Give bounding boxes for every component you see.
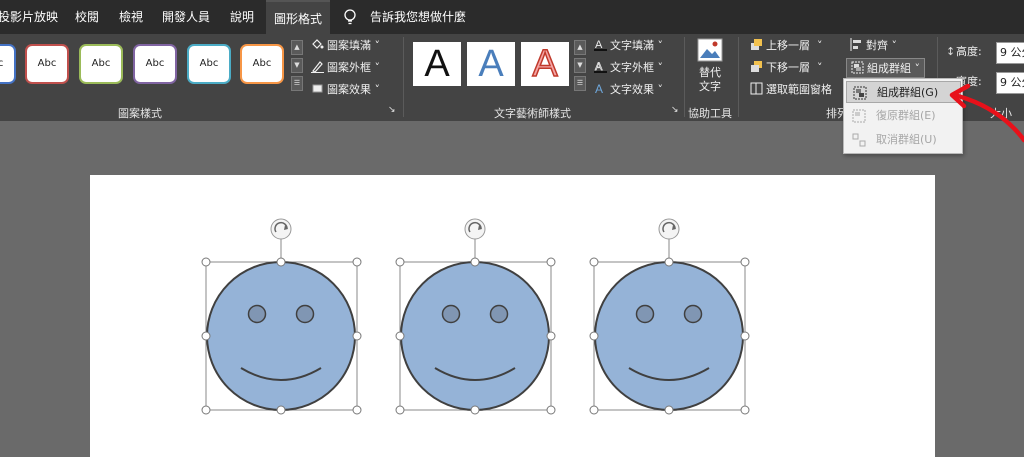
annotation-arrow	[949, 83, 1024, 143]
